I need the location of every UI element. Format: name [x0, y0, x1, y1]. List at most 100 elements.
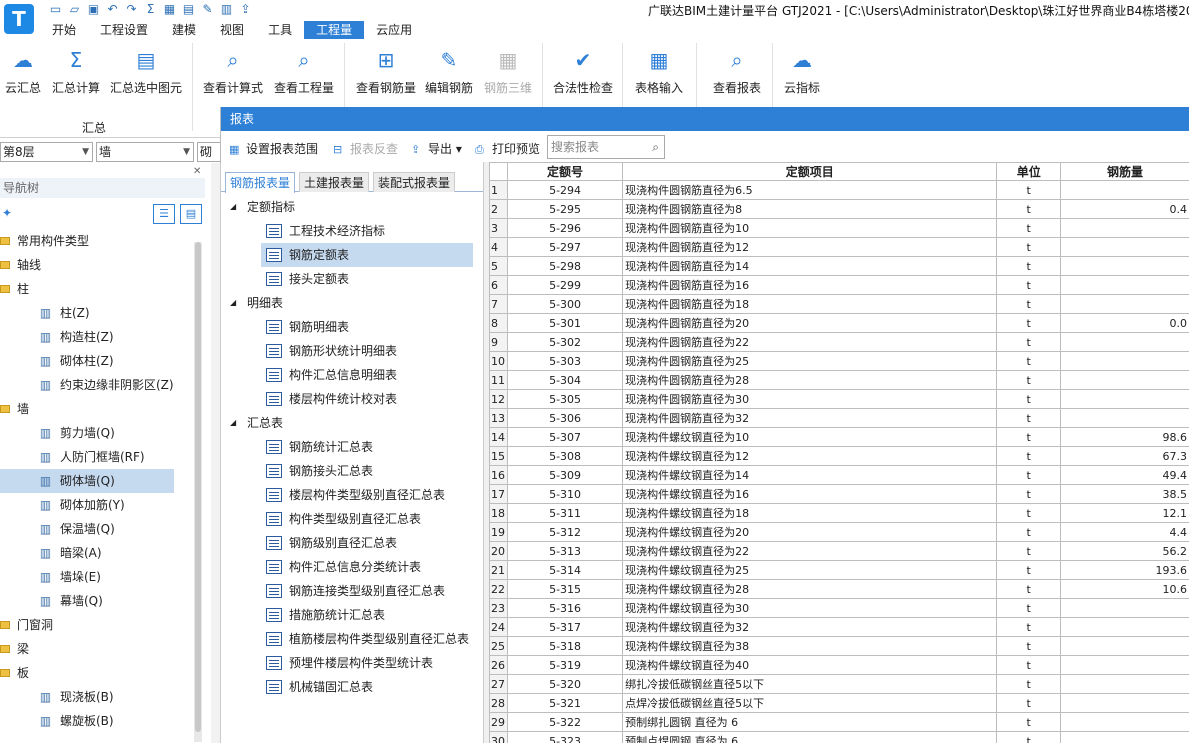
quota-item-cell[interactable]: 现浇构件螺纹钢直径为30: [622, 598, 998, 618]
tab-prefab-report[interactable]: 装配式报表量: [373, 172, 456, 192]
cloud-index-button[interactable]: ☁ 云指标: [778, 45, 826, 96]
quota-item-cell[interactable]: 现浇构件螺纹钢直径为25: [622, 560, 998, 580]
row-number-cell[interactable]: 6: [489, 275, 508, 295]
nav-category[interactable]: 板: [0, 661, 200, 685]
quota-code-cell[interactable]: 5-307: [506, 427, 624, 447]
list-view-icon[interactable]: ☰: [153, 204, 175, 224]
unit-cell[interactable]: t: [996, 693, 1062, 713]
quota-item-cell[interactable]: 现浇构件螺纹钢直径为40: [622, 655, 998, 675]
unit-cell[interactable]: t: [996, 427, 1062, 447]
quota-code-cell[interactable]: 5-318: [506, 636, 624, 656]
tab-tools[interactable]: 工具: [256, 21, 304, 39]
validity-check-button[interactable]: ✔ 合法性检查: [550, 45, 616, 96]
quota-item-cell[interactable]: 预制绑扎圆钢 直径为 6: [622, 712, 998, 732]
unit-cell[interactable]: t: [996, 351, 1062, 371]
row-number-cell[interactable]: 4: [489, 237, 508, 257]
row-number-cell[interactable]: 28: [489, 693, 508, 713]
report-group[interactable]: ◢ 汇总表: [221, 411, 483, 435]
unit-cell[interactable]: t: [996, 237, 1062, 257]
table-row[interactable]: 24 5-317 现浇构件螺纹钢直径为32 t: [489, 617, 1189, 637]
row-number-cell[interactable]: 23: [489, 598, 508, 618]
rebar-amount-cell[interactable]: 0.4: [1060, 199, 1189, 219]
grid-icon[interactable]: ▦: [162, 2, 177, 17]
quota-code-cell[interactable]: 5-321: [506, 693, 624, 713]
row-number-cell[interactable]: 24: [489, 617, 508, 637]
report-item[interactable]: 楼层构件统计校对表: [221, 387, 483, 411]
report-item[interactable]: 钢筋定额表: [261, 243, 473, 267]
detail-view-icon[interactable]: ▤: [180, 204, 202, 224]
row-number-cell[interactable]: 18: [489, 503, 508, 523]
nav-category[interactable]: 梁: [0, 637, 200, 661]
row-number-cell[interactable]: 3: [489, 218, 508, 238]
unit-cell[interactable]: t: [996, 180, 1062, 200]
table-row[interactable]: 22 5-315 现浇构件螺纹钢直径为28 t 10.6: [489, 579, 1189, 599]
nav-category[interactable]: 门窗洞: [0, 613, 200, 637]
report-item[interactable]: 构件类型级别直径汇总表: [221, 507, 483, 531]
rebar-amount-cell[interactable]: [1060, 731, 1189, 743]
tab-start[interactable]: 开始: [40, 21, 88, 39]
column-header[interactable]: 定额项目: [622, 162, 998, 181]
report-item[interactable]: 钢筋形状统计明细表: [221, 339, 483, 363]
quota-code-cell[interactable]: 5-312: [506, 522, 624, 542]
quota-item-cell[interactable]: 现浇构件螺纹钢直径为14: [622, 465, 998, 485]
quota-item-cell[interactable]: 现浇构件螺纹钢直径为10: [622, 427, 998, 447]
report-item[interactable]: 钢筋接头汇总表: [221, 459, 483, 483]
quota-item-cell[interactable]: 现浇构件圆钢筋直径为18: [622, 294, 998, 314]
row-number-cell[interactable]: 1: [489, 180, 508, 200]
quota-item-cell[interactable]: 现浇构件圆钢筋直径为28: [622, 370, 998, 390]
rebar-amount-cell[interactable]: [1060, 256, 1189, 276]
row-number-cell[interactable]: 2: [489, 199, 508, 219]
collapse-triangle-icon[interactable]: ◢: [230, 291, 236, 315]
quota-code-cell[interactable]: 5-308: [506, 446, 624, 466]
report-item[interactable]: 构件汇总信息明细表: [221, 363, 483, 387]
report-item[interactable]: 预埋件楼层构件类型统计表: [221, 651, 483, 675]
rebar-amount-cell[interactable]: [1060, 237, 1189, 257]
table-row[interactable]: 5 5-298 现浇构件圆钢筋直径为14 t: [489, 256, 1189, 276]
quota-code-cell[interactable]: 5-320: [506, 674, 624, 694]
nav-item[interactable]: ▥ 人防门框墙(RF): [0, 445, 200, 469]
quota-item-cell[interactable]: 现浇构件螺纹钢直径为38: [622, 636, 998, 656]
nav-item[interactable]: ▥ 构造柱(Z): [0, 325, 200, 349]
quota-code-cell[interactable]: 5-316: [506, 598, 624, 618]
table-row[interactable]: 13 5-306 现浇构件圆钢筋直径为32 t: [489, 408, 1189, 428]
quota-item-cell[interactable]: 现浇构件圆钢筋直径为8: [622, 199, 998, 219]
table-row[interactable]: 26 5-319 现浇构件螺纹钢直径为40 t: [489, 655, 1189, 675]
rebar-amount-cell[interactable]: [1060, 617, 1189, 637]
table-row[interactable]: 17 5-310 现浇构件螺纹钢直径为16 t 38.5: [489, 484, 1189, 504]
nav-item[interactable]: ▥ 砌体柱(Z): [0, 349, 200, 373]
table-row[interactable]: 23 5-316 现浇构件螺纹钢直径为30 t: [489, 598, 1189, 618]
report-group[interactable]: ◢ 定额指标: [221, 195, 483, 219]
unit-cell[interactable]: t: [996, 370, 1062, 390]
row-number-cell[interactable]: 19: [489, 522, 508, 542]
nav-category[interactable]: 柱: [0, 277, 200, 301]
summary-calc-button[interactable]: Σ 汇总计算: [50, 45, 102, 96]
quota-code-cell[interactable]: 5-297: [506, 237, 624, 257]
table-row[interactable]: 7 5-300 现浇构件圆钢筋直径为18 t: [489, 294, 1189, 314]
column-header[interactable]: 定额号: [506, 162, 624, 181]
nav-item[interactable]: ▥ 约束边缘非阴影区(Z): [0, 373, 200, 397]
quota-item-cell[interactable]: 现浇构件螺纹钢直径为22: [622, 541, 998, 561]
rebar-amount-cell[interactable]: [1060, 370, 1189, 390]
summary-selected-button[interactable]: ▤ 汇总选中图元: [106, 45, 186, 96]
report-item[interactable]: 钢筋连接类型级别直径汇总表: [221, 579, 483, 603]
unit-cell[interactable]: t: [996, 560, 1062, 580]
view-formula-button[interactable]: ⌕ 查看计算式: [200, 45, 266, 96]
edit-rebar-button[interactable]: ✎ 编辑钢筋: [422, 45, 476, 96]
quota-item-cell[interactable]: 绑扎冷拔低碳钢丝直径5以下: [622, 674, 998, 694]
table-row[interactable]: 16 5-309 现浇构件螺纹钢直径为14 t 49.4: [489, 465, 1189, 485]
unit-cell[interactable]: t: [996, 389, 1062, 409]
column-header[interactable]: 单位: [996, 162, 1062, 181]
quota-item-cell[interactable]: 现浇构件圆钢筋直径为20: [622, 313, 998, 333]
cloud-summary-button[interactable]: ☁ 云汇总: [2, 45, 44, 96]
collapse-triangle-icon[interactable]: ◢: [230, 195, 236, 219]
scrollbar-thumb[interactable]: [195, 242, 201, 732]
component-subtype-select[interactable]: 砌体: [197, 142, 222, 162]
row-number-cell[interactable]: 26: [489, 655, 508, 675]
row-number-cell[interactable]: 14: [489, 427, 508, 447]
redo-icon[interactable]: ↷: [124, 2, 139, 17]
quota-item-cell[interactable]: 现浇构件圆钢筋直径为30: [622, 389, 998, 409]
row-number-cell[interactable]: 16: [489, 465, 508, 485]
quota-code-cell[interactable]: 5-319: [506, 655, 624, 675]
rebar-amount-cell[interactable]: [1060, 332, 1189, 352]
report-item[interactable]: 钢筋统计汇总表: [221, 435, 483, 459]
